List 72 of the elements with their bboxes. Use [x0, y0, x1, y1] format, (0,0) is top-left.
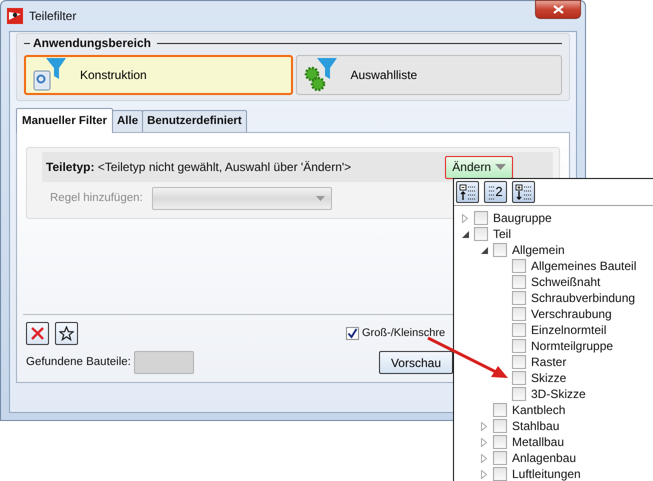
tab[interactable]: Benutzerdefiniert: [142, 110, 247, 132]
checkbox[interactable]: [512, 355, 526, 369]
tree-item-label[interactable]: Anlagenbau: [512, 449, 576, 467]
tree-item-label[interactable]: Allgemeines Bauteil: [531, 257, 636, 275]
star-icon: [59, 326, 74, 341]
window-title: Teilefilter: [29, 8, 76, 25]
collapse-icon[interactable]: [480, 246, 488, 254]
tree-item-label[interactable]: Allgemein: [512, 241, 565, 259]
favorite-button[interactable]: [55, 322, 78, 345]
checkbox[interactable]: [493, 435, 507, 449]
tree-item-label[interactable]: Luftleitungen: [512, 465, 581, 481]
preview-button[interactable]: Vorschau: [379, 351, 453, 374]
close-icon: [552, 5, 564, 14]
tree-item-label[interactable]: Schraubverbindung: [531, 289, 636, 307]
collapse-all-icon: [459, 184, 476, 200]
delete-icon: [30, 326, 45, 341]
tree-item-label[interactable]: Verschraubung: [531, 305, 612, 323]
tree-item-label[interactable]: Normteilgruppe: [531, 337, 614, 355]
expand-icon[interactable]: [481, 422, 487, 430]
collapse-icon[interactable]: [462, 230, 468, 238]
collapse-all-button[interactable]: [456, 181, 479, 203]
checkbox[interactable]: [493, 451, 507, 465]
tree-item-label[interactable]: 3D-Skizze: [531, 385, 586, 403]
tree-item-label[interactable]: Teil: [493, 225, 512, 243]
tree-item-label[interactable]: Schweißnaht: [531, 273, 600, 291]
scope-option-button[interactable]: Konstruktion: [24, 55, 292, 95]
close-button[interactable]: [535, 0, 581, 19]
scope-option-button[interactable]: Auswahlliste: [296, 55, 562, 95]
tree-item-label[interactable]: Kantblech: [512, 401, 566, 419]
expand-icon[interactable]: [481, 470, 487, 478]
checkbox[interactable]: [493, 419, 507, 433]
tree-item-label[interactable]: Raster: [531, 353, 566, 371]
checkbox[interactable]: [493, 403, 507, 417]
tree-lines-icon: [488, 184, 496, 200]
tree-item-label[interactable]: Baugruppe: [493, 209, 552, 227]
checkbox[interactable]: [512, 323, 526, 337]
app-icon: [7, 8, 23, 24]
found-count-field: [134, 351, 194, 374]
expand-icon[interactable]: [481, 438, 487, 446]
tree-item-label[interactable]: Metallbau: [512, 433, 564, 451]
delete-button[interactable]: [26, 322, 49, 345]
checkbox[interactable]: [512, 339, 526, 353]
tree-item-label[interactable]: Einzelnormteil: [531, 321, 606, 339]
checkbox[interactable]: [512, 307, 526, 321]
checkbox[interactable]: [512, 387, 526, 401]
rule-dropdown[interactable]: [152, 187, 332, 210]
tree-item-label[interactable]: Skizze: [531, 369, 566, 387]
caret-icon: [495, 164, 506, 170]
expand-all-icon: [515, 184, 532, 200]
checkbox[interactable]: [512, 275, 526, 289]
checkbox[interactable]: [512, 291, 526, 305]
found-label: Gefundene Bauteile:: [26, 355, 132, 370]
group-title: Anwendungsbereich: [33, 35, 152, 52]
part-type-text: Teiletyp: <Teiletyp nicht gewählt, Auswahl über 'Ändern'>: [46, 159, 352, 176]
expand-icon[interactable]: [481, 454, 487, 462]
expand-all-button[interactable]: [512, 181, 535, 203]
checkbox[interactable]: [493, 467, 507, 481]
checkbox[interactable]: [493, 243, 507, 257]
checkbox[interactable]: [474, 211, 488, 225]
tab[interactable]: Alle: [112, 110, 144, 132]
expand-icon[interactable]: [462, 214, 468, 222]
level-button[interactable]: 2: [484, 181, 507, 203]
tree-item-label[interactable]: Stahlbau: [512, 417, 560, 435]
checkbox[interactable]: [512, 259, 526, 273]
change-button[interactable]: Ändern: [445, 156, 513, 179]
checkbox[interactable]: [346, 326, 359, 340]
checkbox[interactable]: [512, 371, 526, 385]
tab[interactable]: Manueller Filter: [16, 108, 113, 134]
checkbox-label: Groß-/Kleinschre: [362, 326, 446, 341]
checkbox[interactable]: [474, 227, 488, 241]
rule-label: Regel hinzufügen:: [49, 191, 144, 206]
caret-icon: [316, 196, 325, 202]
